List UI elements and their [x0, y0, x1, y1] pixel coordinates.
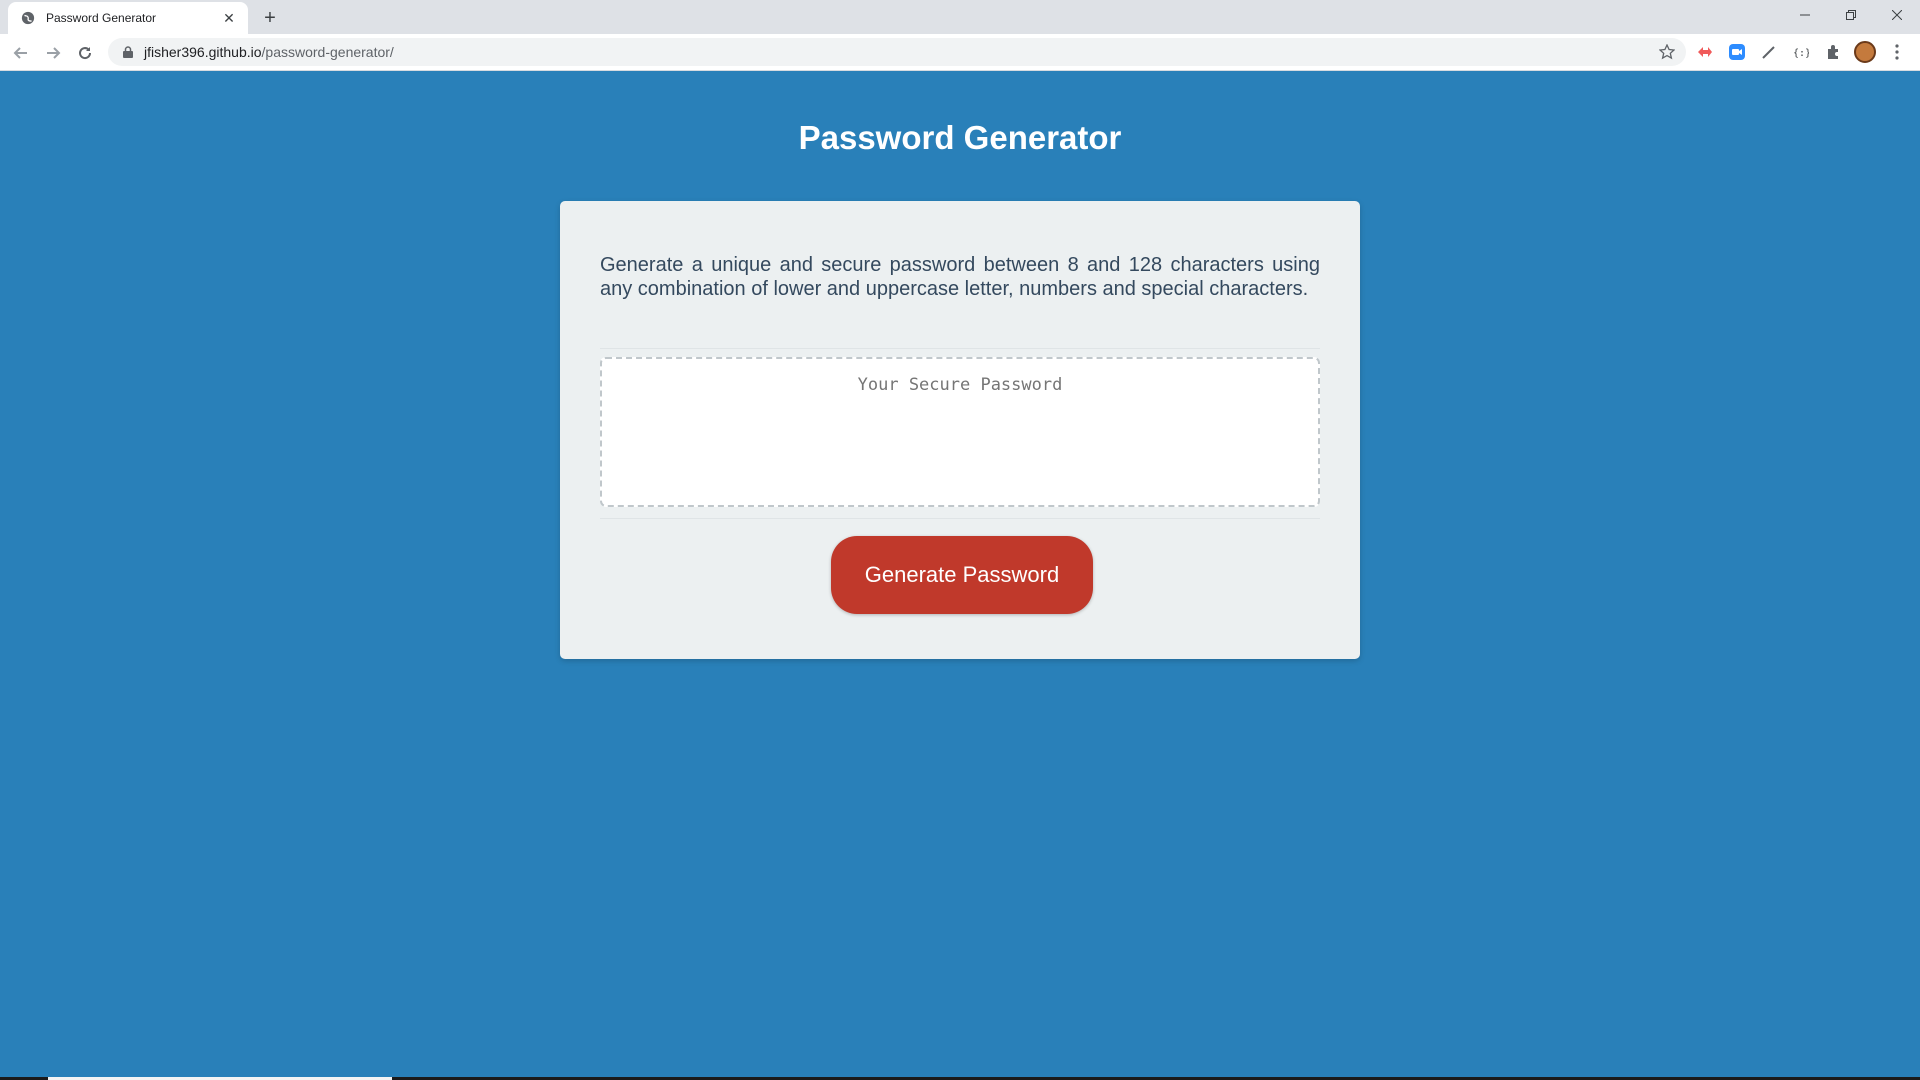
divider [600, 518, 1320, 519]
forward-arrow-icon[interactable] [39, 39, 67, 67]
star-icon[interactable] [1658, 43, 1676, 61]
minimize-icon[interactable] [1782, 0, 1828, 30]
globe-icon [20, 10, 36, 26]
tab-title: Password Generator [46, 11, 157, 25]
eyedropper-extension-icon[interactable] [1756, 39, 1782, 65]
back-arrow-icon[interactable] [7, 39, 35, 67]
generator-card: Generate a unique and secure password be… [560, 201, 1360, 659]
kebab-menu-icon[interactable] [1884, 39, 1910, 65]
url-text: jfisher396.github.io/password-generator/ [144, 44, 394, 60]
address-bar[interactable]: jfisher396.github.io/password-generator/ [108, 38, 1686, 66]
generate-password-button[interactable]: Generate Password [831, 536, 1093, 614]
page-title: Password Generator [798, 119, 1122, 156]
red-extension-icon[interactable] [1692, 39, 1718, 65]
browser-tab[interactable]: Password Generator ✕ [8, 2, 248, 34]
window-controls [1782, 0, 1920, 30]
lock-icon[interactable] [120, 44, 136, 60]
page-body: Password Generator Generate a unique and… [0, 71, 1920, 1080]
zoom-extension-icon[interactable] [1724, 39, 1750, 65]
url-path: /password-generator/ [261, 44, 394, 60]
json-extension-icon[interactable]: {:} [1788, 39, 1814, 65]
password-output[interactable] [600, 357, 1320, 507]
profile-avatar[interactable] [1852, 39, 1878, 65]
card-description: Generate a unique and secure password be… [600, 254, 1320, 300]
puzzle-icon[interactable] [1820, 39, 1846, 65]
url-host: jfisher396.github.io [144, 44, 262, 60]
close-tab-icon[interactable]: ✕ [220, 9, 238, 27]
new-tab-icon[interactable]: + [258, 6, 282, 30]
extensions-area: {:} [1692, 38, 1910, 66]
close-window-icon[interactable] [1874, 0, 1920, 30]
svg-text:{:}: {:} [1793, 48, 1809, 58]
avatar [1854, 41, 1876, 63]
browser-tab-strip: Password Generator ✕ + [0, 0, 1920, 34]
divider [600, 348, 1320, 349]
reload-icon[interactable] [71, 39, 99, 67]
browser-toolbar: jfisher396.github.io/password-generator/… [0, 34, 1920, 71]
restore-icon[interactable] [1828, 0, 1874, 30]
